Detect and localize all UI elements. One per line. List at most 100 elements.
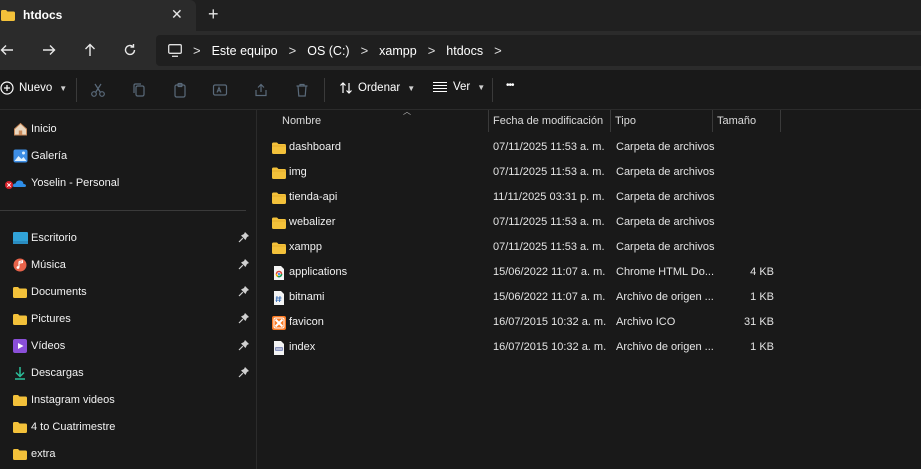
rename-icon[interactable] — [212, 82, 228, 98]
breadcrumb-htdocs[interactable]: htdocs — [446, 44, 483, 58]
copy-icon[interactable] — [131, 82, 147, 98]
sidebar-item-4-to-cuatrimestre[interactable]: 4 to Cuatrimestre — [12, 416, 252, 438]
file-row-index[interactable]: index 16/07/2015 10:32 a. m. Archivo de … — [263, 337, 914, 359]
divider — [0, 210, 246, 211]
sidebar-item-galeria[interactable]: Galería — [12, 145, 252, 167]
gallery-icon — [12, 148, 28, 164]
refresh-button[interactable] — [120, 40, 140, 60]
back-button[interactable] — [0, 40, 17, 60]
folder-icon — [272, 192, 286, 204]
sidebar-item-musica[interactable]: Música — [12, 254, 252, 276]
pin-icon[interactable] — [238, 258, 250, 270]
address-bar[interactable]: > Este equipo > OS (C:) > xampp > htdocs… — [156, 35, 921, 66]
cut-icon[interactable] — [90, 82, 106, 98]
sidebar-item-label: Instagram videos — [31, 394, 115, 406]
more-options-button[interactable]: ••• — [506, 80, 514, 91]
sidebar-item-label: Documents — [31, 286, 87, 298]
pin-icon[interactable] — [238, 231, 250, 243]
file-modified: 16/07/2015 10:32 a. m. — [493, 316, 607, 328]
chevron-down-icon: ▼ — [477, 82, 486, 92]
file-row-applications[interactable]: applications 15/06/2022 11:07 a. m. Chro… — [263, 262, 914, 284]
file-row-img[interactable]: img 07/11/2025 11:53 a. m. Carpeta de ar… — [263, 162, 914, 184]
sidebar-item-label: Yoselin - Personal — [31, 177, 120, 189]
file-row-bitnami[interactable]: bitnami 15/06/2022 11:07 a. m. Archivo d… — [263, 287, 914, 309]
column-separator[interactable] — [712, 110, 713, 132]
view-button[interactable]: Ver ▼ — [432, 81, 485, 93]
column-header-modified[interactable]: Fecha de modificación — [493, 110, 608, 132]
sidebar-item-label: Vídeos — [31, 340, 66, 352]
sidebar-item-label: Escritorio — [31, 232, 77, 244]
view-list-icon — [433, 81, 447, 93]
file-row-favicon[interactable]: favicon 16/07/2015 10:32 a. m. Archivo I… — [263, 312, 914, 334]
divider — [324, 78, 325, 102]
folder-icon — [272, 142, 286, 154]
column-separator[interactable] — [488, 110, 489, 132]
pin-icon[interactable] — [238, 285, 250, 297]
folder-icon — [12, 446, 28, 462]
file-row-xampp[interactable]: xampp 07/11/2025 11:53 a. m. Carpeta de … — [263, 237, 914, 259]
paste-icon[interactable] — [172, 82, 188, 98]
sidebar-item-instagram-videos[interactable]: Instagram videos — [12, 389, 252, 411]
sidebar-item-label: Música — [31, 259, 66, 271]
close-icon[interactable]: ✕ — [171, 6, 183, 23]
file-name: xampp — [289, 241, 323, 253]
column-separator[interactable] — [610, 110, 611, 132]
file-row-dashboard[interactable]: dashboard 07/11/2025 11:53 a. m. Carpeta… — [263, 137, 914, 159]
chevron-down-icon: ▼ — [407, 83, 416, 93]
column-header-size[interactable]: Tamaño — [717, 110, 777, 132]
chevron-right-icon[interactable]: > — [361, 43, 369, 58]
sidebar-item-videos[interactable]: Vídeos — [12, 335, 252, 357]
sidebar-item-pictures[interactable]: Pictures — [12, 308, 252, 330]
sort-button[interactable]: Ordenar ▼ — [339, 81, 415, 95]
sidebar-item-extra[interactable]: extra — [12, 443, 252, 465]
sidebar-item-label: 4 to Cuatrimestre — [31, 421, 116, 433]
delete-icon[interactable] — [294, 82, 310, 98]
file-type: Archivo de origen ... — [616, 341, 714, 353]
file-modified: 07/11/2025 11:53 a. m. — [493, 241, 605, 253]
sidebar-item-inicio[interactable]: Inicio — [12, 118, 252, 140]
breadcrumb-xampp[interactable]: xampp — [379, 44, 417, 58]
file-modified: 07/11/2025 11:53 a. m. — [493, 166, 605, 178]
new-button[interactable]: Nuevo ▼ — [0, 81, 67, 95]
sidebar-item-escritorio[interactable]: Escritorio — [12, 227, 252, 249]
sidebar-item-label: Inicio — [31, 123, 57, 135]
pin-icon[interactable] — [238, 366, 250, 378]
pin-icon[interactable] — [238, 339, 250, 351]
file-type: Carpeta de archivos — [616, 141, 715, 153]
file-row-tienda-api[interactable]: tienda-api 11/11/2025 03:31 p. m. Carpet… — [263, 187, 914, 209]
computer-icon[interactable] — [168, 44, 182, 57]
file-type: Chrome HTML Do... — [616, 266, 715, 278]
forward-button[interactable] — [39, 40, 59, 60]
folder-icon — [1, 10, 15, 24]
plus-circle-icon — [0, 81, 14, 95]
file-row-webalizer[interactable]: webalizer 07/11/2025 11:53 a. m. Carpeta… — [263, 212, 914, 234]
file-modified: 11/11/2025 03:31 p. m. — [493, 191, 605, 203]
chrome-html-icon — [274, 266, 284, 280]
pin-icon[interactable] — [238, 312, 250, 324]
tab-title: htdocs — [23, 8, 63, 22]
sidebar-item-documents[interactable]: Documents — [12, 281, 252, 303]
folder-icon — [12, 419, 28, 435]
folder-icon — [272, 167, 286, 179]
chevron-right-icon[interactable]: > — [494, 43, 502, 58]
sidebar-item-descargas[interactable]: Descargas — [12, 362, 252, 384]
sidebar-item-onedrive[interactable]: Yoselin - Personal — [2, 172, 242, 194]
arrow-left-icon — [0, 45, 13, 55]
chevron-right-icon[interactable]: > — [289, 43, 297, 58]
php-file-icon — [274, 341, 284, 355]
column-header-type[interactable]: Tipo — [615, 110, 710, 132]
sidebar-item-label: Descargas — [31, 367, 84, 379]
divider — [76, 78, 77, 102]
column-header-name[interactable]: ︿ Nombre — [282, 107, 487, 132]
new-tab-button[interactable]: + — [208, 4, 219, 25]
column-separator[interactable] — [780, 110, 781, 132]
file-type: Archivo de origen ... — [616, 291, 714, 303]
chevron-right-icon[interactable]: > — [428, 43, 436, 58]
tab-htdocs[interactable]: htdocs ✕ — [0, 0, 196, 31]
up-button[interactable] — [80, 40, 100, 60]
breadcrumb-este-equipo[interactable]: Este equipo — [212, 44, 278, 58]
file-list: ︿ Nombre Fecha de modificación Tipo Tama… — [257, 107, 921, 469]
share-icon[interactable] — [253, 82, 269, 98]
breadcrumb-os-c[interactable]: OS (C:) — [307, 44, 349, 58]
file-type: Carpeta de archivos — [616, 241, 715, 253]
